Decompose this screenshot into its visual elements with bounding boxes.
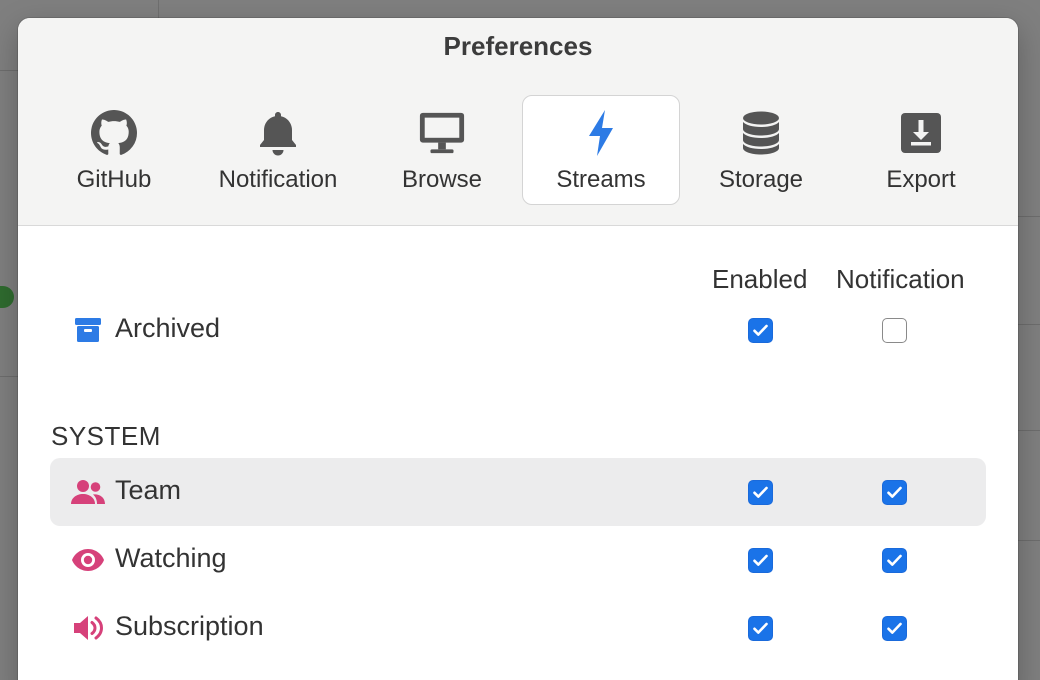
archived-notification-checkbox[interactable] — [882, 318, 907, 343]
column-header-enabled: Enabled — [712, 264, 808, 294]
divider — [1018, 324, 1040, 325]
tab-browse[interactable]: Browse — [363, 95, 521, 205]
team-icon — [70, 474, 106, 510]
database-icon — [737, 109, 785, 157]
watching-notification-checkbox[interactable] — [882, 548, 907, 573]
column-header-notification: Notification — [836, 264, 965, 294]
lightning-icon — [577, 109, 625, 157]
tab-label: Notification — [218, 166, 338, 193]
team-enabled-checkbox[interactable] — [748, 480, 773, 505]
streams-panel: Enabled Notification Archived SYSTEM Tea… — [18, 226, 1018, 680]
dialog-header: Preferences GitHub Notification Browse S… — [18, 18, 1018, 226]
archive-icon — [70, 312, 106, 348]
stream-row-watching: Watching — [50, 526, 986, 594]
tab-notification[interactable]: Notification — [199, 95, 357, 205]
stream-label: Watching — [115, 543, 227, 573]
subscription-enabled-checkbox[interactable] — [748, 616, 773, 641]
tab-label: Browse — [401, 166, 483, 193]
tab-label: Streams — [556, 166, 646, 193]
github-icon — [90, 109, 138, 157]
bell-icon — [254, 109, 302, 157]
tab-export[interactable]: Export — [842, 95, 1000, 205]
team-notification-checkbox[interactable] — [882, 480, 907, 505]
speaker-icon — [70, 610, 106, 646]
tab-storage[interactable]: Storage — [682, 95, 840, 205]
tab-label: Export — [886, 166, 956, 193]
tab-label: Storage — [718, 166, 804, 193]
stream-row-archived: Archived — [50, 296, 986, 364]
monitor-icon — [418, 109, 466, 157]
archived-enabled-checkbox[interactable] — [748, 318, 773, 343]
divider — [1018, 216, 1040, 217]
tab-streams[interactable]: Streams — [522, 95, 680, 205]
stream-row-team: Team — [50, 458, 986, 526]
eye-icon — [70, 542, 106, 578]
divider — [1018, 540, 1040, 541]
stream-label: Archived — [115, 313, 221, 343]
watching-enabled-checkbox[interactable] — [748, 548, 773, 573]
subscription-notification-checkbox[interactable] — [882, 616, 907, 641]
stream-label: Subscription — [115, 611, 264, 641]
stream-label: Team — [115, 475, 182, 505]
divider — [1018, 430, 1040, 431]
dialog-title: Preferences — [443, 31, 593, 61]
preferences-dialog: Preferences GitHub Notification Browse S… — [18, 18, 1018, 680]
tab-label: GitHub — [76, 166, 152, 193]
tab-github[interactable]: GitHub — [35, 95, 193, 205]
download-icon — [897, 109, 945, 157]
stream-row-subscription: Subscription — [50, 594, 986, 662]
section-heading-system: SYSTEM — [51, 421, 161, 451]
